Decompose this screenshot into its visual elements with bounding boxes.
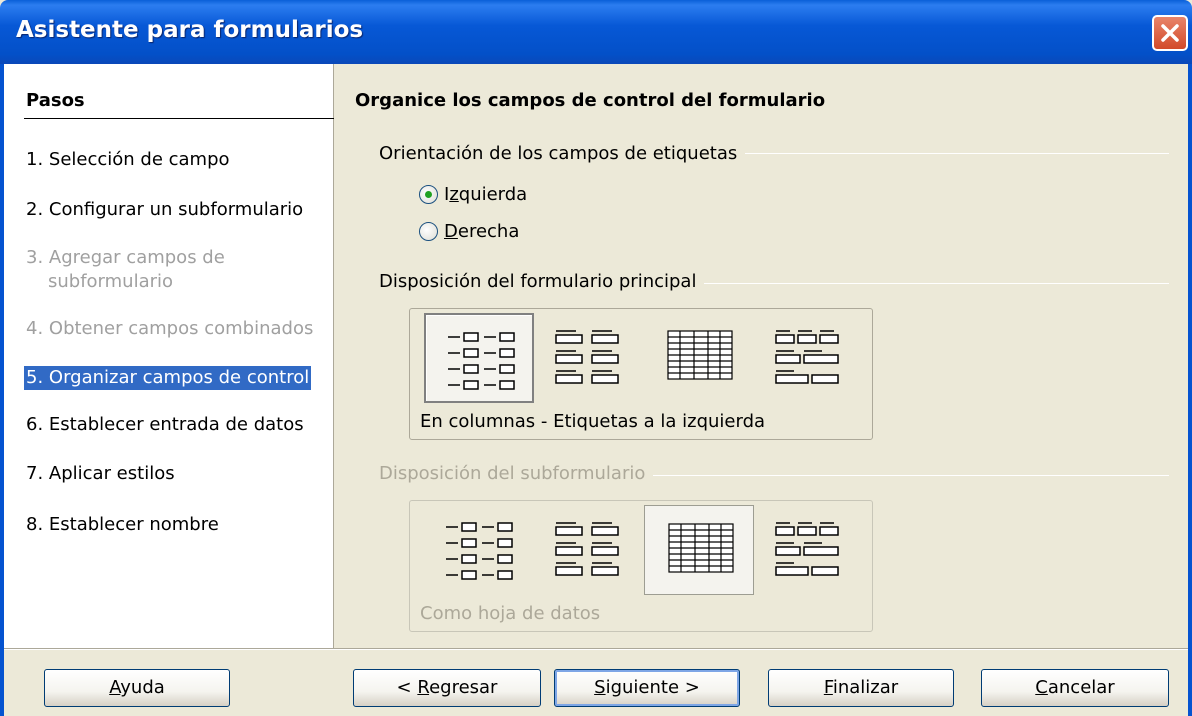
layout-datasheet[interactable]	[644, 313, 754, 403]
main-layout-caption: En columnas - Etiquetas a la izquierda	[420, 411, 766, 432]
step-field-selection[interactable]: 1. Selección de campo	[24, 148, 232, 172]
sub-layout-datasheet	[644, 505, 754, 595]
title-bar: Asistente para formularios	[0, 0, 1192, 64]
step-add-subform-fields-line2: subformulario	[48, 271, 174, 292]
radio-right[interactable]: Derecha	[419, 219, 519, 243]
sub-layout-blocks	[754, 505, 864, 595]
layout-columnar-top[interactable]	[534, 313, 644, 403]
next-button[interactable]: Siguiente >	[554, 669, 740, 707]
radio-dot	[425, 190, 432, 198]
step-add-subform-fields-line1: 3. Agregar campos de	[26, 247, 225, 268]
finish-button-accel: F	[823, 677, 833, 698]
next-button-label: iguiente >	[605, 677, 700, 698]
close-icon	[1161, 24, 1179, 42]
sub-layout-columnar-left-icon	[446, 522, 513, 580]
cancel-button-accel: C	[1035, 677, 1048, 698]
layout-blocks[interactable]	[754, 313, 864, 403]
back-button-label: egresar	[429, 677, 498, 698]
radio-left-label[interactable]: Izquierda	[444, 184, 527, 205]
window-title: Asistente para formularios	[16, 17, 364, 43]
main-layout-picker: En columnas - Etiquetas a la izquierda	[409, 308, 873, 440]
step-arrange-controls[interactable]: 5. Organizar campos de control	[24, 366, 312, 390]
page-heading: Organice los campos de control del formu…	[355, 90, 826, 111]
sub-layout-group-label: Disposición del subformulario	[379, 463, 654, 484]
sub-layout-columnar-left	[424, 505, 534, 595]
orientation-group-label: Orientación de los campos de etiquetas	[379, 143, 746, 164]
cancel-button-label: ancelar	[1047, 677, 1115, 698]
radio-left-control[interactable]	[419, 184, 438, 204]
next-button-accel: S	[594, 677, 606, 698]
footer-divider	[4, 648, 1188, 650]
help-button[interactable]: Ayuda	[44, 669, 230, 707]
step-apply-styles[interactable]: 7. Aplicar estilos	[24, 462, 177, 486]
window-border-right	[1188, 64, 1192, 716]
layout-columnar-left-icon	[448, 332, 515, 390]
radio-right-label[interactable]: Derecha	[444, 221, 519, 242]
step-add-subform-fields: 3. Agregar campos de subformulario	[24, 246, 227, 294]
layout-blocks-icon	[775, 330, 839, 384]
steps-divider	[24, 118, 334, 119]
radio-left[interactable]: Izquierda	[419, 182, 527, 206]
layout-columnar-left[interactable]	[424, 313, 534, 403]
sub-layout-datasheet-icon	[668, 523, 734, 573]
close-button[interactable]	[1152, 15, 1188, 51]
layout-datasheet-icon	[667, 330, 733, 380]
back-button-accel: R	[417, 677, 430, 698]
steps-sidebar: Pasos 1. Selección de campo 2. Configura…	[4, 64, 334, 648]
help-button-label: yuda	[120, 677, 165, 698]
help-button-accel: A	[109, 677, 121, 698]
step-data-entry[interactable]: 6. Establecer entrada de datos	[24, 413, 306, 437]
steps-title: Pasos	[26, 90, 85, 111]
radio-right-control[interactable]	[419, 221, 438, 241]
finish-button[interactable]: Finalizar	[768, 669, 954, 707]
cancel-button[interactable]: Cancelar	[981, 669, 1169, 707]
step-joined-fields: 4. Obtener campos combinados	[26, 318, 314, 339]
sub-layout-columnar-top-icon	[555, 522, 619, 576]
main-layout-group-label: Disposición del formulario principal	[379, 271, 705, 292]
sub-layout-blocks-icon	[775, 522, 839, 576]
sub-layout-columnar-top	[534, 505, 644, 595]
main-panel: Organice los campos de control del formu…	[335, 64, 1188, 648]
step-subform-setup[interactable]: 2. Configurar un subformulario	[24, 198, 305, 222]
finish-button-label: inalizar	[832, 677, 899, 698]
back-button-prefix: <	[396, 677, 418, 698]
step-set-name[interactable]: 8. Establecer nombre	[24, 513, 221, 537]
sub-layout-picker: Como hoja de datos	[409, 500, 873, 632]
back-button[interactable]: < Regresar	[353, 669, 541, 707]
sub-layout-caption: Como hoja de datos	[420, 603, 601, 624]
layout-columnar-top-icon	[555, 330, 619, 384]
